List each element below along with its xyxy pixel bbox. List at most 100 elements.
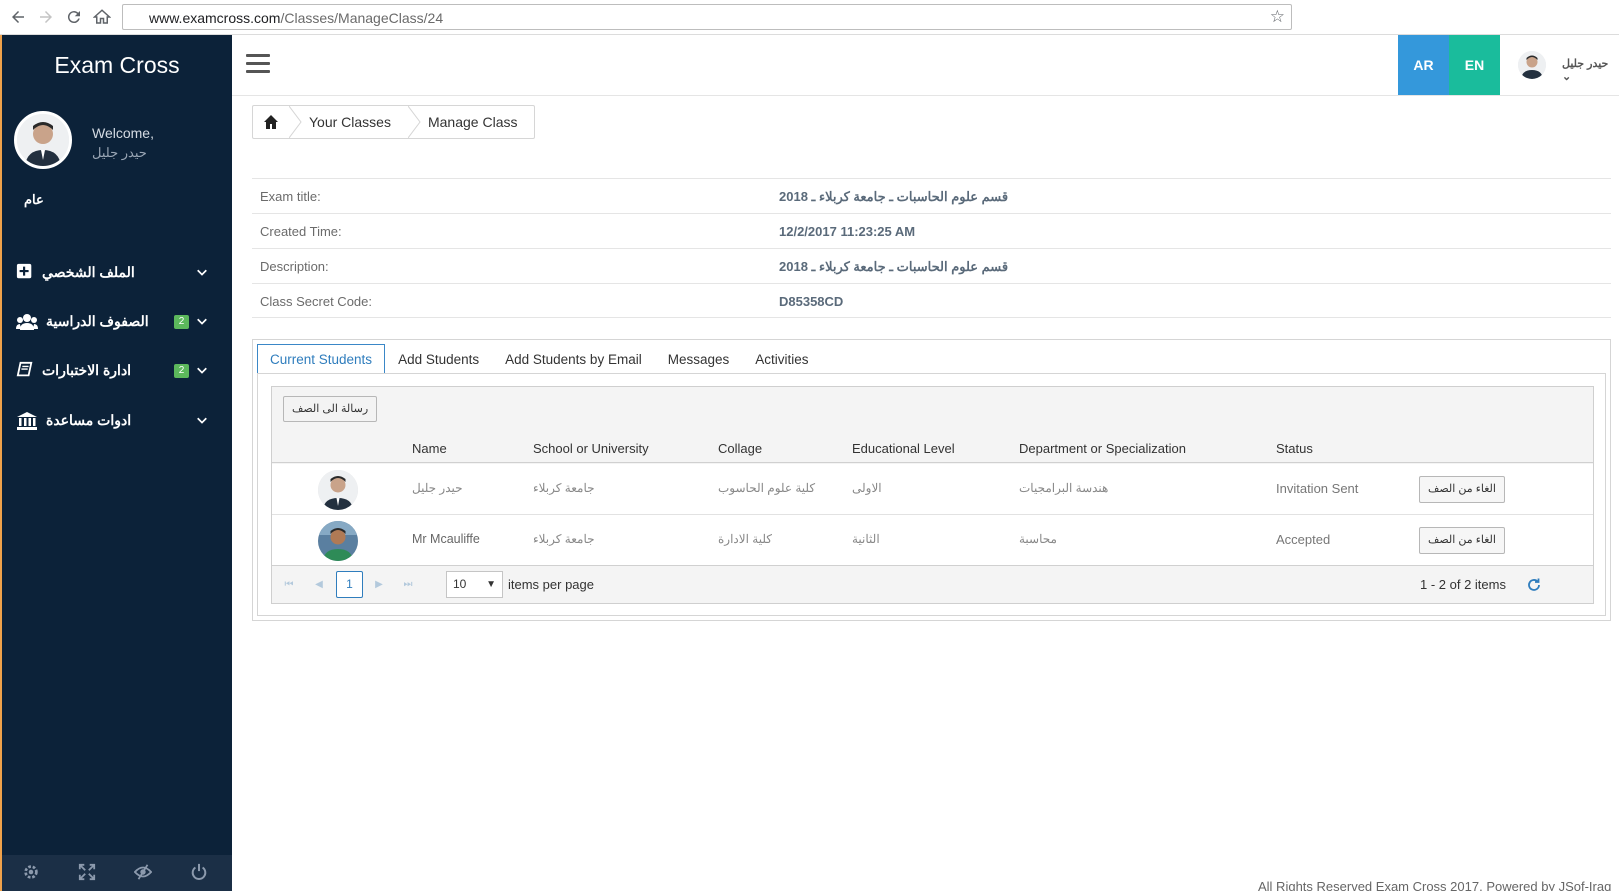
page-size-select[interactable]: 10 ▼ bbox=[446, 571, 503, 598]
breadcrumb-separator bbox=[289, 106, 302, 138]
welcome-text: Welcome, bbox=[92, 125, 154, 141]
chevron-down-icon bbox=[196, 265, 210, 279]
next-page-icon[interactable]: ▶ bbox=[372, 578, 386, 592]
cell-school: جامعة كربلاء bbox=[533, 481, 595, 495]
chevron-down-icon bbox=[196, 413, 210, 427]
top-navbar: AR EN حيدر جليل ⌄ bbox=[232, 35, 1619, 96]
section-label: عام bbox=[24, 192, 44, 207]
sidebar-item-classes[interactable]: الصفوف الدراسية 2 bbox=[2, 302, 232, 342]
column-header-college[interactable]: Collage bbox=[718, 441, 762, 456]
lang-ar-button[interactable]: AR bbox=[1398, 35, 1449, 95]
welcome-user-name: حيدر جليل bbox=[92, 145, 147, 160]
brand-title[interactable]: Exam Cross bbox=[2, 52, 232, 79]
info-value: قسم علوم الحاسبات ـ جامعة كربلاء ـ 2018 bbox=[779, 189, 1009, 204]
sidebar-item-exams[interactable]: ادارة الاختبارات 2 bbox=[2, 351, 232, 391]
user-menu[interactable]: حيدر جليل ⌄ bbox=[1562, 57, 1619, 83]
info-value: D85358CD bbox=[779, 294, 844, 309]
prev-page-icon[interactable]: ◀ bbox=[312, 578, 326, 592]
last-page-icon[interactable]: ⏭ bbox=[401, 578, 415, 592]
tab-messages[interactable]: Messages bbox=[655, 344, 743, 374]
reload-icon[interactable] bbox=[62, 5, 86, 29]
tab-activities[interactable]: Activities bbox=[742, 344, 821, 374]
home-browser-icon[interactable] bbox=[90, 5, 114, 29]
chevron-down-icon bbox=[196, 314, 210, 328]
grid-header: Name School or University Collage Educat… bbox=[272, 435, 1593, 463]
class-info-table: Exam title: قسم علوم الحاسبات ـ جامعة كر… bbox=[252, 178, 1611, 318]
cell-college: كلية الادارة bbox=[718, 532, 773, 546]
cell-status: Accepted bbox=[1276, 532, 1331, 547]
tab-add-students[interactable]: Add Students bbox=[385, 344, 492, 374]
sidebar-item-label: الصفوف الدراسية bbox=[46, 313, 149, 329]
remove-from-class-button[interactable]: الغاء من الصف bbox=[1419, 527, 1505, 554]
info-label: Class Secret Code: bbox=[260, 294, 372, 309]
message-class-button[interactable]: رسالة الى الصف bbox=[283, 396, 378, 422]
breadcrumb-separator bbox=[407, 106, 421, 138]
column-header-level[interactable]: Educational Level bbox=[852, 441, 955, 456]
tab-add-students-by-email[interactable]: Add Students by Email bbox=[492, 344, 655, 374]
cell-status: Invitation Sent bbox=[1276, 481, 1359, 496]
breadcrumb-your-classes[interactable]: Your Classes bbox=[303, 106, 408, 138]
sidebar-item-label: الملف الشخصي bbox=[42, 264, 135, 280]
book-icon bbox=[16, 361, 36, 381]
sidebar: Exam Cross Welcome, حيدر جليل عام الملف … bbox=[2, 35, 232, 891]
menu-toggle-icon[interactable] bbox=[246, 54, 270, 74]
info-value: قسم علوم الحاسبات ـ جامعة كربلاء ـ 2018 bbox=[779, 259, 1009, 274]
sidebar-item-profile[interactable]: الملف الشخصي bbox=[2, 253, 232, 293]
grid-pager: ⏮ ◀ 1 ▶ ⏭ 10 ▼ items per page 1 - 2 of 2 … bbox=[272, 565, 1593, 603]
items-per-page-label: items per page bbox=[508, 577, 594, 592]
current-page-button[interactable]: 1 bbox=[336, 571, 363, 598]
count-badge: 2 bbox=[174, 315, 189, 329]
table-row: حيدر جليل جامعة كربلاء كلية علوم الحاسوب… bbox=[272, 464, 1593, 515]
tabstrip: Current Students Add Students Add Studen… bbox=[257, 344, 822, 374]
settings-icon[interactable] bbox=[22, 863, 42, 883]
forward-icon[interactable] bbox=[34, 5, 58, 29]
tabs-panel: Current Students Add Students Add Studen… bbox=[252, 339, 1611, 621]
page-size-value: 10 bbox=[453, 577, 467, 591]
info-label: Exam title: bbox=[260, 189, 321, 204]
home-icon[interactable] bbox=[253, 106, 289, 138]
refresh-icon[interactable] bbox=[1526, 577, 1542, 593]
tab-content: رسالة الى الصف Name School or University… bbox=[257, 373, 1606, 616]
breadcrumb-manage-class: Manage Class bbox=[427, 114, 518, 130]
url-path: /Classes/ManageClass/24 bbox=[280, 10, 444, 26]
fullscreen-icon[interactable] bbox=[78, 863, 98, 883]
column-header-status[interactable]: Status bbox=[1276, 441, 1313, 456]
column-header-department[interactable]: Department or Specialization bbox=[1019, 441, 1186, 456]
cell-college: كلية علوم الحاسوب bbox=[718, 481, 816, 495]
cell-department: هندسة البرامجيات bbox=[1019, 481, 1109, 495]
app-root: { "browser": { "url_host": "www.examcros… bbox=[0, 0, 1619, 891]
hide-eye-icon[interactable] bbox=[133, 863, 154, 883]
bookmark-star-icon[interactable]: ☆ bbox=[1270, 7, 1285, 27]
sidebar-item-label: ادارة الاختبارات bbox=[42, 362, 132, 378]
pager-info: 1 - 2 of 2 items bbox=[1420, 577, 1506, 592]
user-avatar[interactable] bbox=[1518, 51, 1546, 79]
remove-from-class-button[interactable]: الغاء من الصف bbox=[1419, 476, 1505, 503]
plus-square-icon bbox=[16, 263, 36, 283]
cell-name: Mr Mcauliffe bbox=[412, 532, 480, 546]
browser-toolbar: www.examcross.com/Classes/ManageClass/24… bbox=[0, 0, 1619, 35]
lang-en-button[interactable]: EN bbox=[1449, 35, 1500, 95]
url-host: www.examcross.com bbox=[149, 10, 281, 26]
back-icon[interactable] bbox=[6, 5, 30, 29]
cell-name: حيدر جليل bbox=[412, 481, 463, 495]
first-page-icon[interactable]: ⏮ bbox=[282, 578, 296, 592]
table-row: Mr Mcauliffe جامعة كربلاء كلية الادارة ا… bbox=[272, 515, 1593, 566]
cell-department: محاسبة bbox=[1019, 532, 1057, 546]
sidebar-footer bbox=[2, 855, 232, 891]
column-header-school[interactable]: School or University bbox=[533, 441, 649, 456]
users-icon bbox=[16, 312, 38, 332]
column-header-name[interactable]: Name bbox=[412, 441, 447, 456]
info-row-exam-title: Exam title: قسم علوم الحاسبات ـ جامعة كر… bbox=[252, 178, 1611, 213]
profile-avatar[interactable] bbox=[14, 111, 72, 169]
sidebar-item-tools[interactable]: ادوات مساعدة bbox=[2, 401, 232, 441]
address-bar[interactable]: www.examcross.com/Classes/ManageClass/24… bbox=[122, 4, 1292, 30]
chevron-down-icon bbox=[196, 363, 210, 377]
footer-copyright: All Rights Reserved Exam Cross 2017. Pow… bbox=[1258, 879, 1612, 891]
power-icon[interactable] bbox=[190, 863, 210, 883]
tab-current-students[interactable]: Current Students bbox=[257, 344, 386, 374]
info-row-description: Description: قسم علوم الحاسبات ـ جامعة ك… bbox=[252, 248, 1611, 283]
institution-icon bbox=[16, 411, 37, 431]
breadcrumb: Your Classes Manage Class bbox=[252, 105, 536, 139]
students-grid: رسالة الى الصف Name School or University… bbox=[271, 386, 1594, 604]
info-value: 12/2/2017 11:23:25 AM bbox=[779, 224, 916, 239]
